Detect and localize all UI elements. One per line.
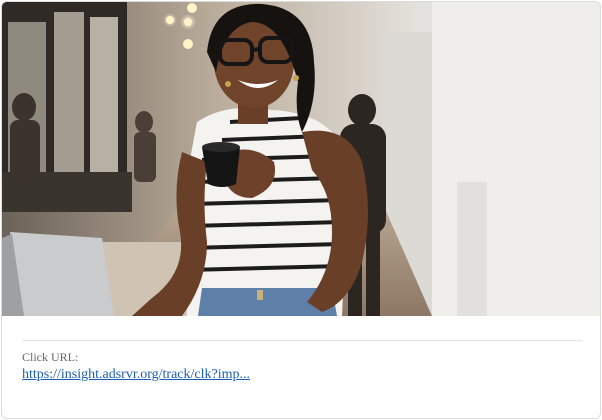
ad-hero-image[interactable] (2, 2, 600, 316)
click-url-label: Click URL: (22, 350, 79, 364)
hero-photo-illustration (2, 2, 600, 316)
ad-preview-card: Click URL: https://insight.adsrvr.org/tr… (1, 1, 601, 419)
click-url-link[interactable]: https://insight.adsrvr.org/track/clk?imp… (22, 367, 250, 383)
content-divider (22, 340, 582, 341)
